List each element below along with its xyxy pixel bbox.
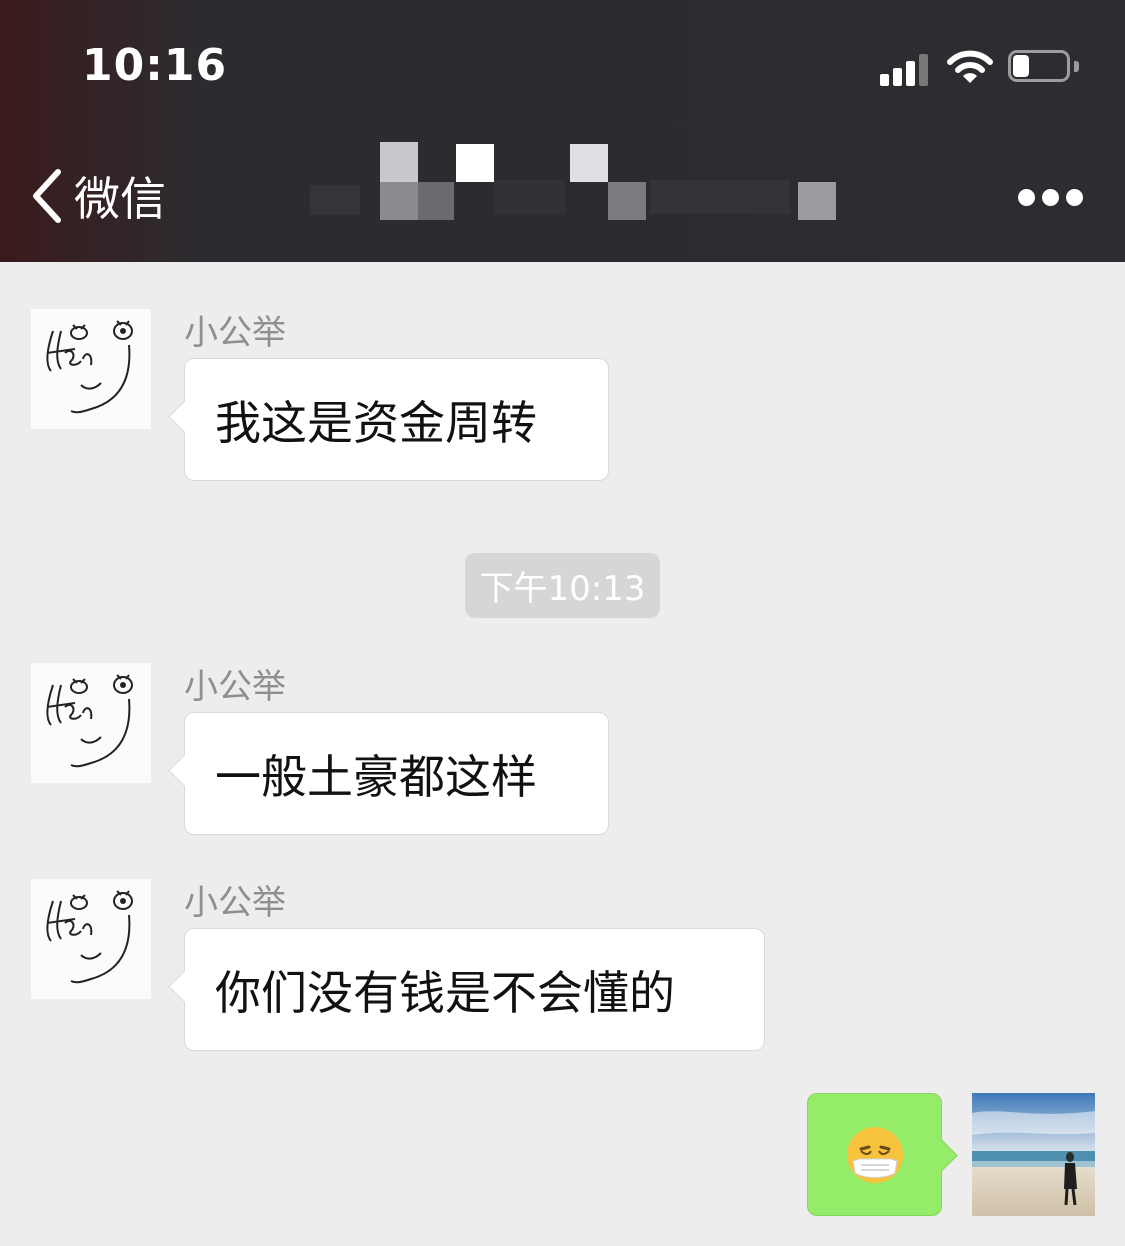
message-bubble[interactable]: 你们没有钱是不会懂的 [184, 928, 765, 1051]
avatar[interactable] [31, 309, 151, 429]
sender-name: 小公举 [184, 667, 286, 707]
back-button[interactable]: 微信 [28, 166, 166, 226]
nav-header: 10:16 微信 [0, 0, 1125, 262]
sketch-face-avatar [46, 320, 133, 414]
message-bubble[interactable]: 一般土豪都这样 [184, 712, 609, 835]
more-dots-icon[interactable] [1016, 188, 1086, 208]
status-time: 10:16 [82, 40, 228, 91]
sender-name: 小公举 [184, 313, 286, 353]
avatar[interactable] [31, 663, 151, 783]
chat-title-pixelated [300, 140, 880, 230]
sender-name: 小公举 [184, 883, 286, 923]
beach-photo-avatar [972, 1093, 1095, 1216]
message-bubble[interactable]: 我这是资金周转 [184, 358, 609, 481]
sketch-face-avatar [46, 890, 133, 984]
chevron-left-icon [33, 169, 61, 223]
battery-icon [1008, 50, 1082, 86]
cellular-signal-icon [880, 52, 936, 86]
avatar[interactable] [31, 879, 151, 999]
back-label: 微信 [74, 172, 166, 226]
timestamp-chip: 下午10:13 [465, 553, 660, 618]
face-with-medical-mask-emoji-icon [846, 1126, 903, 1183]
sketch-face-avatar [46, 674, 133, 768]
my-message-bubble[interactable] [807, 1093, 942, 1216]
wifi-icon [946, 48, 994, 86]
my-avatar[interactable] [972, 1093, 1095, 1216]
